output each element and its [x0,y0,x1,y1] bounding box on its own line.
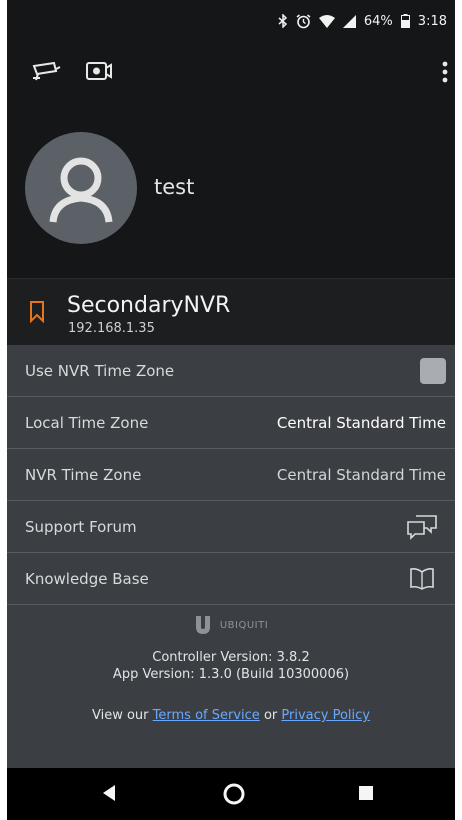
navigation-bar [7,768,455,820]
username: test [154,175,195,199]
signal-icon [342,14,356,28]
nvr-name: SecondaryNVR [67,293,231,318]
ubiquiti-logo-icon [194,615,212,635]
local-time-zone-label: Local Time Zone [25,413,149,432]
nvr-header[interactable]: SecondaryNVR 192.168.1.35 [7,278,455,345]
phone-screen: 64% 3:18 test SecondaryNVR 192.168.1.35 [7,0,455,820]
local-time-zone-value: Central Standard Time [276,413,446,432]
user-avatar-icon[interactable] [25,132,137,244]
legal-prefix: View our [92,708,149,723]
knowledge-base-row[interactable]: Knowledge Base [7,553,455,605]
overflow-menu-icon[interactable] [442,60,448,88]
nvr-time-zone-row: NVR Time Zone Central Standard Time [7,449,455,501]
brand: UBIQUITI [7,615,455,635]
home-icon[interactable] [222,782,246,810]
use-nvr-time-zone-label: Use NVR Time Zone [25,361,175,380]
terms-of-service-link[interactable]: Terms of Service [153,708,260,723]
legal-or: or [263,708,278,723]
bookmark-icon [29,301,45,327]
app-version: App Version: 1.3.0 (Build 10300006) [112,667,350,682]
brand-name: UBIQUITI [219,619,269,631]
local-time-zone-row[interactable]: Local Time Zone Central Standard Time [7,397,455,449]
nvr-time-zone-value: Central Standard Time [276,465,446,484]
privacy-policy-link[interactable]: Privacy Policy [281,708,370,723]
bluetooth-icon [278,14,288,28]
controller-version: Controller Version: 3.8.2 [152,650,310,665]
support-forum-label: Support Forum [25,517,137,536]
battery-percent: 64% [363,13,393,29]
knowledge-base-label: Knowledge Base [25,569,149,588]
use-nvr-time-zone-checkbox[interactable] [420,357,446,384]
nvr-ip: 192.168.1.35 [68,321,155,336]
use-nvr-time-zone-row[interactable]: Use NVR Time Zone [7,345,455,397]
book-icon [409,567,435,591]
wifi-icon [318,14,335,28]
alarm-icon [296,13,311,29]
settings-list: Use NVR Time Zone Local Time Zone Centra… [7,345,455,768]
status-time: 3:18 [417,13,447,29]
back-icon[interactable] [99,782,119,808]
video-camera-icon[interactable] [85,60,113,86]
status-bar: 64% 3:18 [7,0,455,42]
legal-text: View our Terms of Service or Privacy Pol… [7,708,455,723]
recents-icon[interactable] [356,782,376,808]
security-camera-icon[interactable] [32,60,62,86]
battery-icon [400,14,410,28]
toolbar [7,56,455,92]
support-forum-row[interactable]: Support Forum [7,501,455,553]
chat-bubbles-icon [406,514,438,540]
nvr-time-zone-label: NVR Time Zone [25,465,142,484]
about-footer: UBIQUITI Controller Version: 3.8.2 App V… [7,615,455,723]
